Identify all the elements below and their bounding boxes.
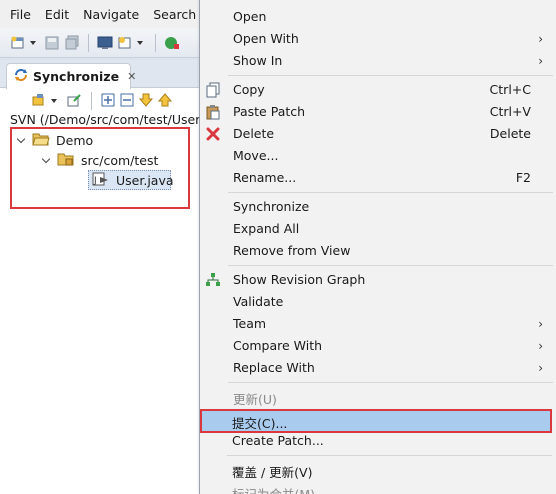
menu-item-open-with[interactable]: Open With ›: [200, 28, 556, 50]
menu-separator: [228, 192, 553, 193]
next-change-icon[interactable]: [138, 93, 154, 110]
copy-icon: [205, 82, 221, 98]
menu-label: Expand All: [233, 221, 300, 236]
menu-label: Replace With: [233, 360, 315, 375]
menu-accelerator: Delete: [489, 126, 531, 141]
menu-item-remove-from-view[interactable]: Remove from View: [200, 240, 556, 262]
menu-item-show-in[interactable]: Show In ›: [200, 50, 556, 72]
menu-item-expand-all[interactable]: Expand All: [200, 218, 556, 240]
menu-item-replace-with[interactable]: Replace With ›: [200, 357, 556, 379]
menu-item-delete[interactable]: Delete Delete: [200, 123, 556, 145]
menu-item-override-update[interactable]: 覆盖 / 更新(V): [199, 459, 556, 481]
menu-separator: [228, 265, 553, 266]
tab-title: Synchronize: [33, 69, 120, 84]
submenu-arrow-icon: ›: [538, 317, 543, 331]
run-icon[interactable]: [164, 35, 180, 51]
previous-change-icon[interactable]: [157, 92, 173, 110]
submenu-arrow-icon: ›: [538, 339, 543, 353]
open-type-dropdown-icon[interactable]: [137, 40, 143, 45]
synchronize-mode-icon[interactable]: [30, 92, 46, 111]
submenu-arrow-icon: ›: [538, 361, 543, 375]
paste-icon: [205, 104, 221, 120]
menu-label: Delete: [233, 126, 275, 141]
save-all-icon[interactable]: [64, 35, 80, 51]
menu-label: Create Patch...: [232, 433, 324, 448]
menu-item-rename[interactable]: Rename... F2: [200, 167, 556, 189]
menu-item-show-revision-graph[interactable]: Show Revision Graph: [200, 269, 556, 291]
menu-separator: [227, 455, 552, 456]
main-toolbar: [0, 28, 200, 58]
menu-item-synchronize[interactable]: Synchronize: [200, 196, 556, 218]
menu-label: Team: [233, 316, 267, 331]
menu-label: Show Revision Graph: [233, 272, 366, 287]
save-icon[interactable]: [44, 35, 60, 51]
mode-dropdown-icon[interactable]: [51, 99, 57, 103]
menu-search[interactable]: Search: [153, 7, 196, 22]
menu-edit[interactable]: Edit: [45, 7, 69, 22]
menubar: File Edit Navigate Search: [0, 0, 200, 28]
menu-label: Move...: [233, 148, 279, 163]
menu-label: Synchronize: [233, 199, 310, 214]
menu-label: Validate: [233, 294, 284, 309]
menu-item-compare-with[interactable]: Compare With ›: [200, 335, 556, 357]
menu-accelerator: Ctrl+C: [489, 82, 531, 97]
menu-label: Remove from View: [233, 243, 351, 258]
menu-label: Paste Patch: [233, 104, 306, 119]
expand-all-icon[interactable]: [101, 93, 115, 110]
menu-accelerator: F2: [515, 170, 531, 185]
menu-item-move[interactable]: Move...: [200, 145, 556, 167]
menu-item-open[interactable]: Open: [200, 6, 556, 28]
tab-synchronize[interactable]: Synchronize ✕: [6, 63, 136, 89]
menu-accelerator: Ctrl+V: [489, 104, 531, 119]
tree-highlight-box: [10, 127, 190, 209]
submenu-arrow-icon: ›: [538, 32, 543, 46]
close-icon[interactable]: ✕: [127, 70, 136, 83]
menu-item-validate[interactable]: Validate: [200, 291, 556, 313]
new-icon[interactable]: [10, 35, 26, 51]
menu-label: 覆盖 / 更新(V): [232, 465, 313, 480]
collapse-all-icon[interactable]: [120, 93, 134, 110]
menu-label: Show In: [233, 53, 283, 68]
menu-item-update: 更新(U): [200, 386, 556, 408]
toolbar-separator: [91, 92, 92, 110]
revision-graph-icon: [205, 272, 221, 288]
menu-separator: [228, 75, 553, 76]
menu-label: Copy: [233, 82, 265, 97]
menu-label: Rename...: [233, 170, 297, 185]
synchronize-icon: [13, 67, 29, 86]
submenu-arrow-icon: ›: [538, 54, 543, 68]
menu-item-mark-merged: 标记为合并(M): [199, 481, 556, 494]
pin-icon[interactable]: [66, 92, 82, 111]
menu-item-create-patch[interactable]: Create Patch...: [199, 430, 556, 452]
delete-icon: [205, 126, 221, 142]
new-dropdown-icon[interactable]: [30, 40, 36, 45]
menu-item-team[interactable]: Team ›: [200, 313, 556, 335]
menu-item-copy[interactable]: Copy Ctrl+C: [200, 79, 556, 101]
menu-label: Open With: [233, 31, 299, 46]
open-type-icon[interactable]: [117, 35, 133, 51]
menu-separator: [228, 382, 553, 383]
menu-navigate[interactable]: Navigate: [83, 7, 139, 22]
view-toolbar: [30, 91, 173, 111]
menu-label: 标记为合并(M): [232, 484, 315, 494]
menu-label: Compare With: [233, 338, 323, 353]
toolbar-separator: [155, 33, 156, 52]
sync-path-label: SVN (/Demo/src/com/test/User.: [10, 112, 200, 127]
menu-label: Open: [233, 9, 267, 24]
menu-item-paste-patch[interactable]: Paste Patch Ctrl+V: [200, 101, 556, 123]
terminal-icon[interactable]: [97, 35, 113, 51]
menu-label: 更新(U): [233, 392, 277, 407]
toolbar-separator: [88, 33, 89, 52]
menu-file[interactable]: File: [10, 7, 31, 22]
